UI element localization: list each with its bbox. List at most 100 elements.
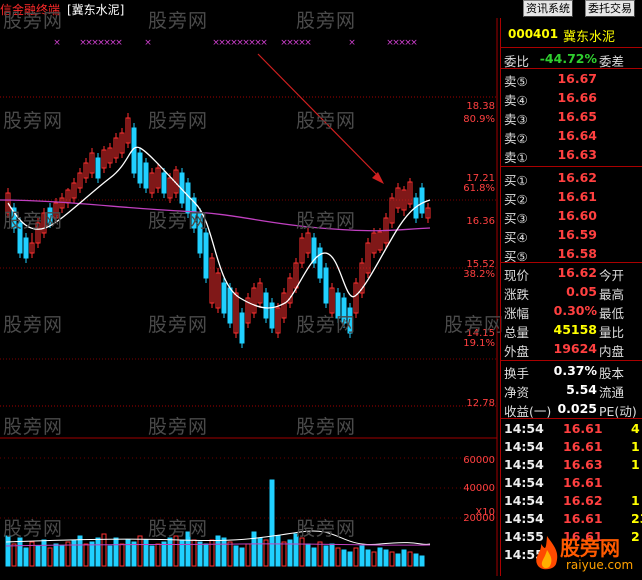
candle-body	[203, 232, 209, 279]
logo-url: raiyue.com	[566, 558, 634, 572]
buy-level-price: 16.58	[557, 246, 597, 261]
volume-bar	[281, 541, 287, 567]
volume-bar	[131, 541, 137, 567]
divider	[501, 47, 642, 48]
volume-bar	[113, 537, 119, 567]
candle-body	[143, 162, 149, 189]
volume-bar	[311, 547, 317, 567]
volume-bar	[35, 545, 41, 567]
weibi-row: 委比 -44.72% 委差	[501, 49, 642, 69]
finance-value: 0.37%	[553, 363, 597, 378]
volume-bar	[329, 543, 335, 567]
volume-bar	[335, 547, 341, 567]
volume-bar	[317, 541, 323, 567]
tick-volume: 1	[631, 457, 640, 472]
volume-bar	[347, 551, 353, 567]
volume-bar	[365, 549, 371, 567]
sell-level-row: 卖③ 16.65	[501, 107, 642, 127]
volume-bar	[137, 535, 143, 567]
price-axis-label: 38.2%	[463, 269, 495, 280]
tick-time: 14:54	[504, 475, 544, 490]
buy-level-row: 买③ 16.60	[501, 206, 642, 226]
kline-chart: × ××××××× × ××××××××× ××××× × ××××× 18.3880.9%…	[0, 18, 498, 576]
volume-bar	[227, 541, 233, 567]
buy-level-price: 16.61	[557, 189, 597, 204]
kline-chart-area[interactable]: × × × × × × × × × × × × × × × × × × × × × × × × × × × × × 18.38 80.9%…	[0, 18, 500, 576]
tick-price: 16.61	[563, 475, 603, 490]
stat-row: 涨幅 0.30% 最低	[501, 301, 642, 321]
volume-bar	[65, 541, 71, 567]
buy-level-row: 买① 16.62	[501, 168, 642, 188]
volume-bar	[53, 543, 59, 567]
watermark: 股旁网	[3, 110, 64, 132]
signal-marker: ×	[144, 38, 152, 48]
price-axis-label: 61.8%	[463, 183, 495, 194]
watermark: 股旁网	[148, 518, 209, 540]
volume-bar	[197, 541, 203, 567]
candle-body	[239, 312, 245, 344]
tick-time: 14:54	[504, 421, 544, 436]
volume-bar	[389, 551, 395, 567]
volume-bar	[419, 555, 425, 567]
stat-right-label: 内盘	[599, 344, 625, 359]
price-axis-label: 80.9%	[463, 114, 495, 125]
volume-bar	[407, 551, 413, 567]
finance-row: 收益(一) 0.025 PE(动)	[501, 399, 642, 419]
tick-time: 14:54	[504, 457, 544, 472]
trade-button[interactable]: 委托交易	[585, 0, 635, 17]
price-axis-label: 19.1%	[463, 338, 495, 349]
stat-value: 19624	[553, 341, 598, 356]
watermark: 股旁网	[296, 110, 357, 132]
tick-row: 14:54 16.61 4	[501, 420, 642, 437]
tick-volume: 23	[631, 511, 642, 526]
sell-level-row: 卖④ 16.66	[501, 88, 642, 108]
volume-bar	[221, 537, 227, 567]
volume-bar	[17, 537, 23, 567]
watermark: 股旁网	[148, 210, 209, 232]
buy-level-price: 16.59	[557, 227, 597, 242]
sell-level-price: 16.63	[557, 147, 597, 162]
watermark: 股旁网	[296, 210, 357, 232]
tick-row: 14:54 16.63 1	[501, 456, 642, 473]
stat-label: 外盘	[504, 344, 530, 359]
volume-bar	[161, 541, 167, 567]
candle-body	[227, 287, 233, 324]
volume-bar	[23, 547, 29, 567]
watermark: 股旁网	[148, 416, 209, 438]
finance-row: 换手 0.37% 股本	[501, 361, 642, 381]
tick-volume: 4	[631, 421, 640, 436]
stat-row: 涨跌 0.05 最高	[501, 282, 642, 302]
volume-axis-label: 40000	[463, 483, 495, 494]
candle-body	[317, 247, 323, 279]
buy-level-row: 买② 16.61	[501, 187, 642, 207]
stock-name: 冀东水泥	[563, 30, 616, 45]
watermark: 股旁网	[296, 518, 357, 540]
volume-bar	[203, 543, 209, 567]
volume-bar	[323, 545, 329, 567]
volume-bar	[371, 551, 377, 567]
info-system-button[interactable]: 资讯系统	[523, 0, 573, 17]
watermark: 股旁网	[296, 314, 357, 336]
quote-header: 000401 冀东水泥	[501, 18, 642, 48]
candle-body	[23, 237, 29, 259]
tick-row: 14:54 16.61 23	[501, 510, 642, 527]
sell-level-row: 卖① 16.63	[501, 145, 642, 165]
finance-value: 0.025	[557, 401, 597, 416]
volume-bar	[11, 543, 17, 567]
volume-bar	[401, 549, 407, 567]
volume-bar	[305, 543, 311, 567]
volume-bar	[251, 531, 257, 567]
volume-bar	[377, 547, 383, 567]
sell-level-row: 卖② 16.64	[501, 126, 642, 146]
price-axis-label: 18.38	[466, 101, 495, 112]
watermark: 股旁网	[3, 416, 64, 438]
volume-bar	[299, 537, 305, 567]
site-logo: 股旁网 raiyue.com	[530, 534, 642, 576]
volume-bar	[383, 549, 389, 567]
price-axis-label: 12.78	[466, 398, 495, 409]
volume-bar	[143, 539, 149, 567]
flame-icon	[536, 536, 558, 570]
signal-marker: ×	[410, 38, 418, 48]
watermark: 股旁网	[3, 10, 64, 32]
tick-price: 16.63	[563, 457, 603, 472]
